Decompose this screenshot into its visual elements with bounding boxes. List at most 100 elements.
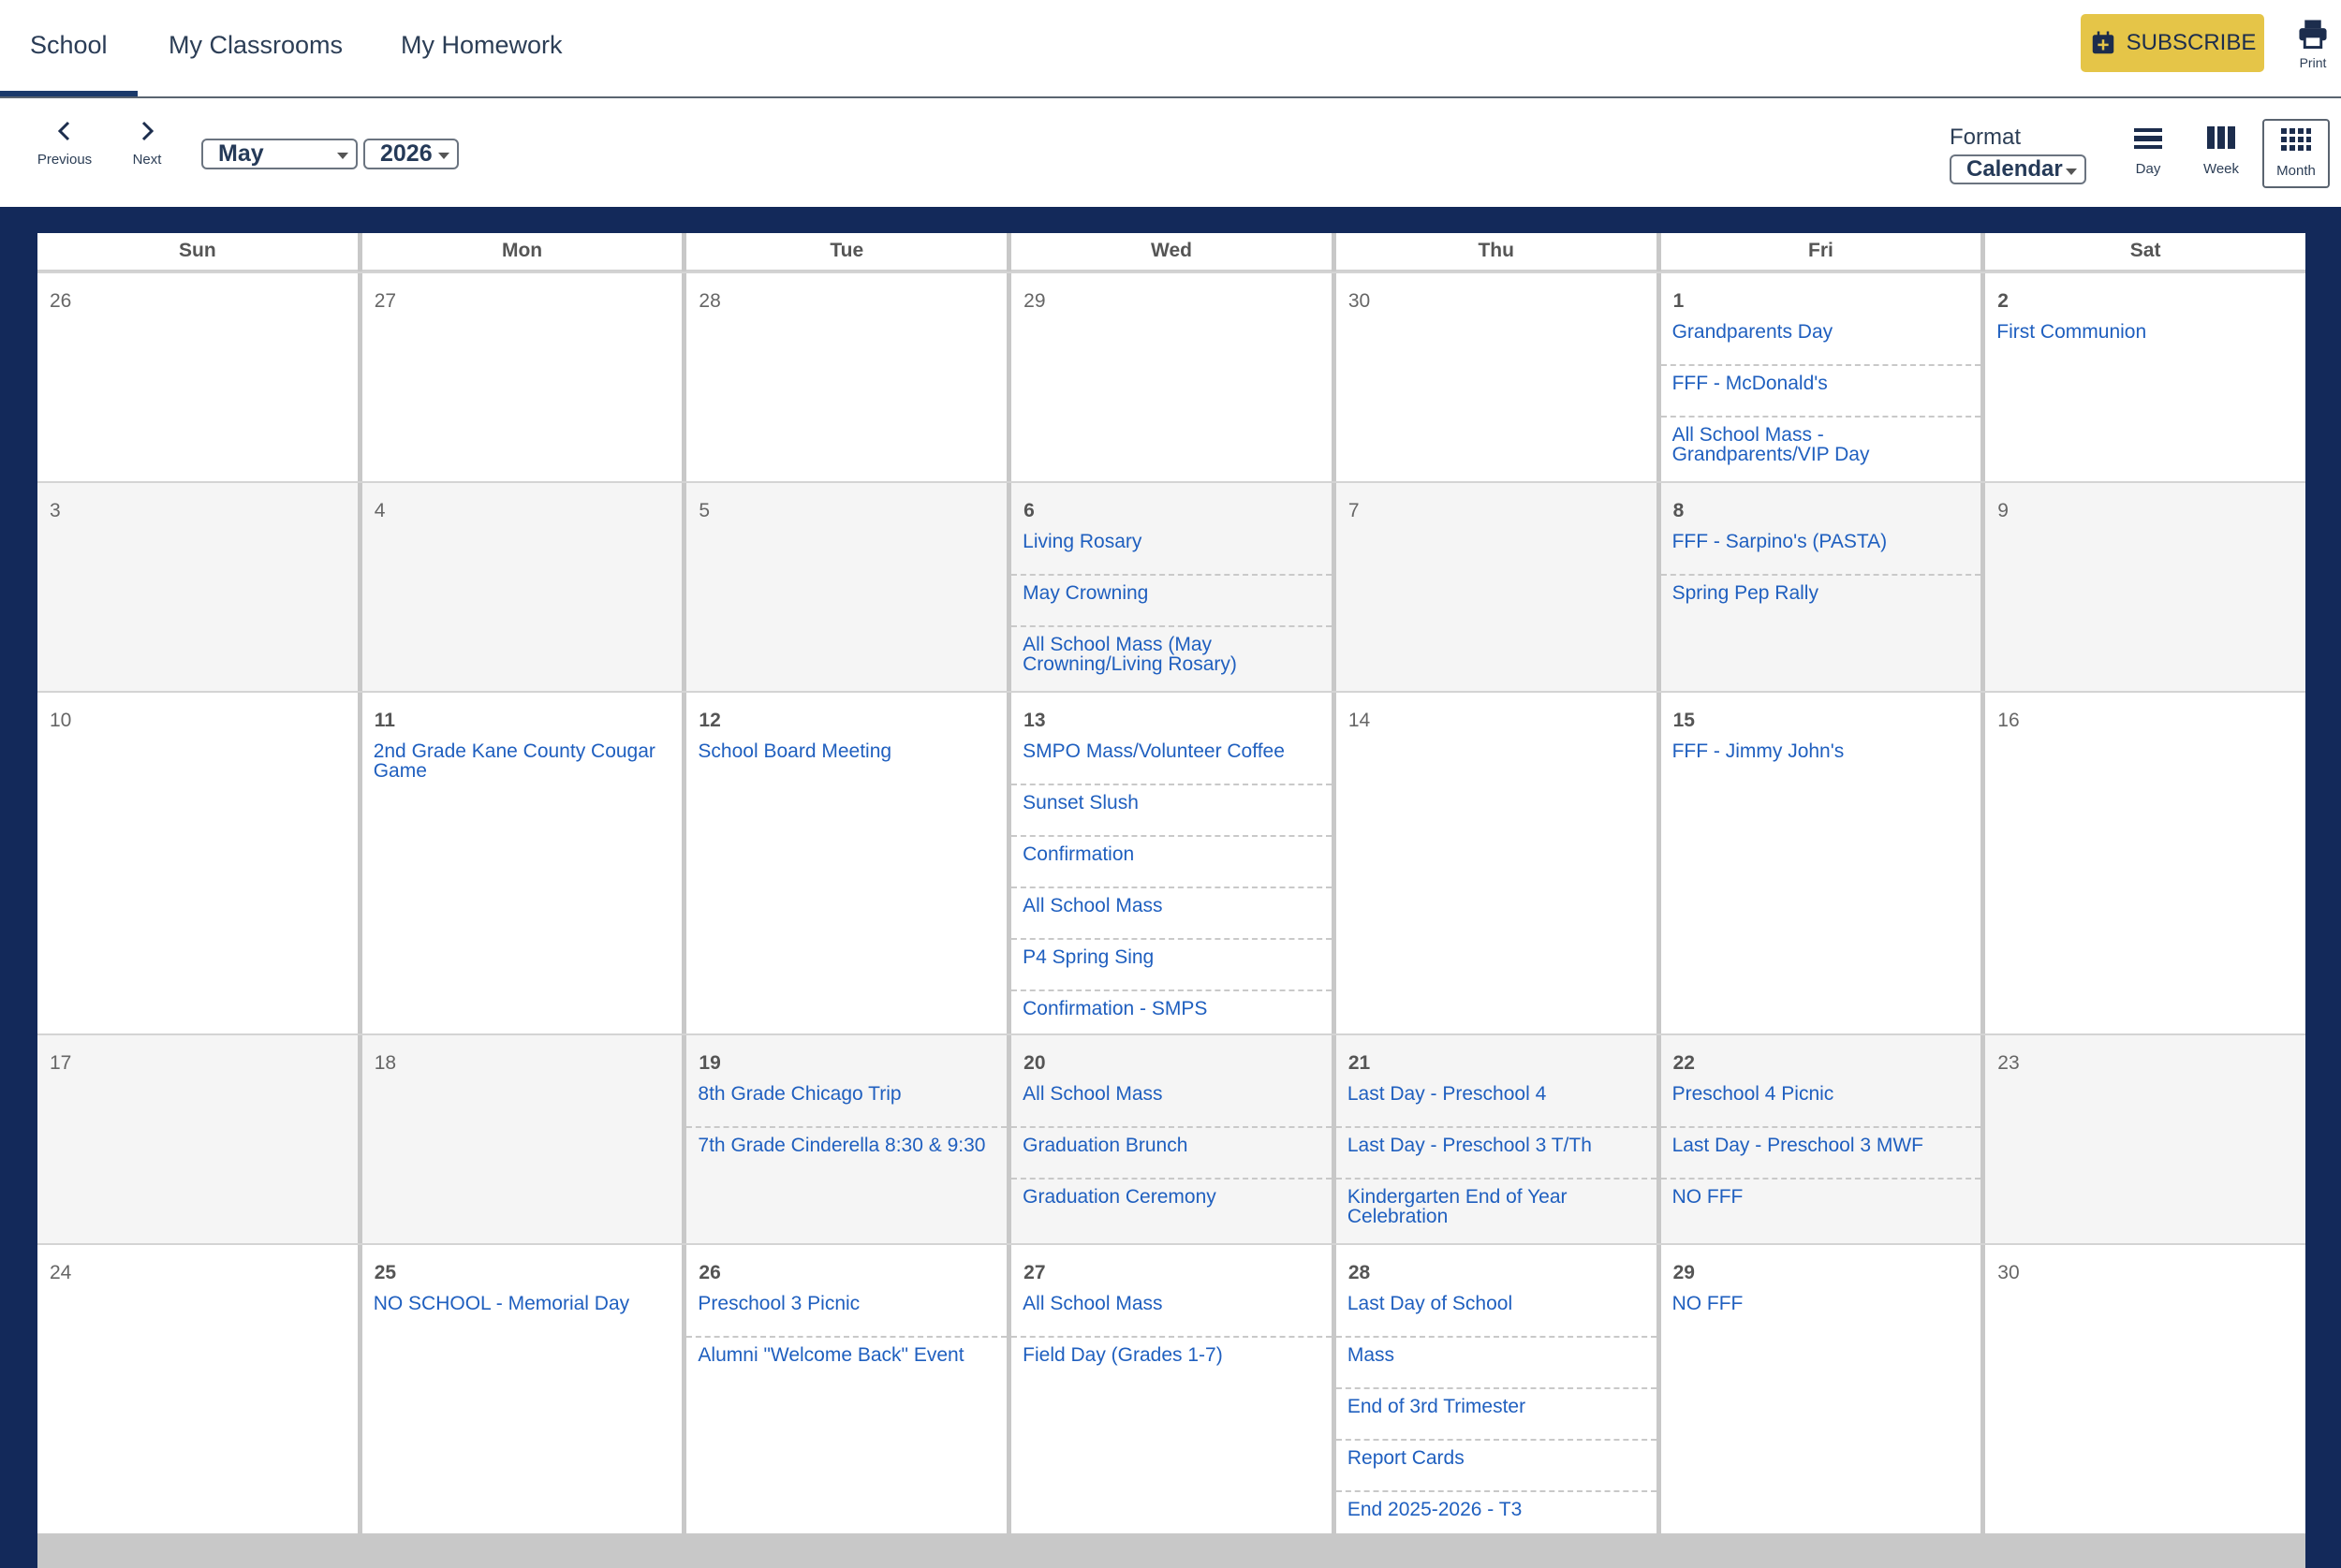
event-link[interactable]: Grandparents Day: [1660, 315, 1981, 366]
month-view-icon: [2281, 128, 2311, 153]
day-cell[interactable]: 5: [686, 483, 1008, 691]
event-link[interactable]: Preschool 4 Picnic: [1660, 1077, 1981, 1128]
event-link[interactable]: Report Cards: [1335, 1441, 1656, 1492]
day-cell[interactable]: 24: [37, 1245, 358, 1533]
day-cell[interactable]: 30: [1985, 1245, 2305, 1533]
next-button[interactable]: Next: [127, 119, 167, 168]
event-link[interactable]: 7th Grade Cinderella 8:30 & 9:30: [686, 1128, 1007, 1180]
day-cell[interactable]: 29 NO FFF: [1660, 1245, 1981, 1533]
day-cell[interactable]: 14: [1335, 693, 1656, 1033]
day-cell[interactable]: 30: [1335, 273, 1656, 481]
event-link[interactable]: All School Mass - Grandparents/VIP Day: [1661, 418, 1981, 474]
print-button[interactable]: Print: [2289, 19, 2337, 70]
day-cell[interactable]: 6 Living Rosary May Crowning All School Mas…: [1011, 483, 1332, 691]
next-label: Next: [132, 152, 162, 168]
subscribe-button[interactable]: SUBSCRIBE: [2081, 14, 2264, 72]
day-cell[interactable]: 19 8th Grade Chicago Trip 7th Grade Cinder…: [686, 1035, 1008, 1243]
day-cell[interactable]: 26: [37, 273, 358, 481]
event-link[interactable]: All School Mass: [1011, 888, 1332, 940]
weekday-header-sat: Sat: [1985, 233, 2305, 271]
month-view-label: Month: [2276, 163, 2316, 179]
day-cell[interactable]: 29: [1011, 273, 1332, 481]
event-link[interactable]: Confirmation: [1011, 837, 1332, 888]
subscribe-label: SUBSCRIBE: [2126, 30, 2257, 55]
day-cell[interactable]: 28 Last Day of School Mass End of 3rd Trime…: [1335, 1245, 1656, 1533]
event-link[interactable]: First Communion: [1985, 315, 2305, 366]
day-cell[interactable]: 11 2nd Grade Kane County Cougar Game: [361, 693, 683, 1033]
event-link[interactable]: Alumni "Welcome Back" Event: [686, 1338, 1007, 1389]
event-link[interactable]: Last Day of School: [1335, 1286, 1656, 1338]
day-cell[interactable]: 25 NO SCHOOL - Memorial Day: [361, 1245, 683, 1533]
event-link[interactable]: NO FFF: [1661, 1180, 1981, 1231]
event-link[interactable]: All School Mass (May Crowning/Living Ros…: [1011, 627, 1332, 683]
event-link[interactable]: 2nd Grade Kane County Cougar Game: [362, 734, 683, 790]
event-link[interactable]: Mass: [1335, 1338, 1656, 1389]
day-cell[interactable]: 17: [37, 1035, 358, 1243]
tab-my-classrooms[interactable]: My Classrooms: [139, 0, 373, 96]
week-view-button[interactable]: Week: [2187, 119, 2255, 188]
format-select[interactable]: Calendar: [1950, 154, 2086, 184]
event-link[interactable]: School Board Meeting: [686, 734, 1007, 785]
day-cell[interactable]: 9: [1985, 483, 2305, 691]
event-link[interactable]: May Crowning: [1011, 576, 1332, 627]
chevron-down-icon: [337, 153, 348, 159]
day-cell[interactable]: 28: [686, 273, 1008, 481]
event-link[interactable]: NO FFF: [1661, 1286, 1981, 1338]
event-link[interactable]: Graduation Brunch: [1011, 1128, 1332, 1180]
event-list: Living Rosary May Crowning All School Mass…: [1011, 524, 1332, 683]
day-cell[interactable]: 3: [37, 483, 358, 691]
day-cell[interactable]: 21 Last Day - Preschool 4 Last Day - Presc…: [1335, 1035, 1656, 1243]
event-link[interactable]: Field Day (Grades 1-7): [1011, 1338, 1332, 1389]
day-number: 20: [1023, 1052, 1046, 1074]
event-link[interactable]: P4 Spring Sing: [1011, 940, 1332, 991]
event-link[interactable]: All School Mass: [1011, 1077, 1332, 1128]
day-cell[interactable]: 26 Preschool 3 Picnic Alumni "Welcome Back…: [686, 1245, 1008, 1533]
day-cell[interactable]: 20 All School Mass Graduation Brunch Gradua…: [1011, 1035, 1332, 1243]
day-cell[interactable]: 8 FFF - Sarpino's (PASTA) Spring Pep Rally: [1660, 483, 1981, 691]
day-cell[interactable]: 18: [361, 1035, 683, 1243]
event-link[interactable]: Last Day - Preschool 3 T/Th: [1335, 1128, 1656, 1180]
day-cell[interactable]: 16: [1985, 693, 2305, 1033]
event-link[interactable]: SMPO Mass/Volunteer Coffee: [1011, 734, 1332, 785]
day-number: 6: [1023, 500, 1035, 521]
day-cell[interactable]: 23: [1985, 1035, 2305, 1243]
event-link[interactable]: 8th Grade Chicago Trip: [686, 1077, 1008, 1128]
event-link[interactable]: Spring Pep Rally: [1661, 576, 1981, 627]
day-cell[interactable]: 1 Grandparents Day FFF - McDonald's All Sch…: [1660, 273, 1981, 481]
event-link[interactable]: Graduation Ceremony: [1011, 1180, 1332, 1231]
day-cell[interactable]: 12 School Board Meeting: [686, 693, 1008, 1033]
event-link[interactable]: Living Rosary: [1011, 524, 1332, 576]
event-link[interactable]: Kindergarten End of Year Celebration: [1336, 1180, 1656, 1236]
event-link[interactable]: FFF - Jimmy John's: [1661, 734, 1981, 785]
day-number: 29: [1672, 1262, 1695, 1283]
event-link[interactable]: End 2025-2026 - T3: [1336, 1492, 1656, 1544]
tab-school[interactable]: School: [0, 0, 138, 96]
event-list: Last Day of School Mass End of 3rd Trimest…: [1335, 1286, 1656, 1544]
event-link[interactable]: FFF - McDonald's: [1660, 366, 1981, 418]
event-list: SMPO Mass/Volunteer Coffee Sunset Slush Co…: [1011, 734, 1332, 1043]
day-cell[interactable]: 13 SMPO Mass/Volunteer Coffee Sunset Slush…: [1011, 693, 1332, 1033]
event-link[interactable]: Preschool 3 Picnic: [686, 1286, 1008, 1338]
day-cell[interactable]: 7: [1335, 483, 1656, 691]
day-cell[interactable]: 2 First Communion: [1985, 273, 2305, 481]
previous-button[interactable]: Previous: [36, 119, 94, 168]
event-link[interactable]: Sunset Slush: [1011, 785, 1332, 837]
day-cell[interactable]: 27 All School Mass Field Day (Grades 1-7): [1011, 1245, 1332, 1533]
event-link[interactable]: NO SCHOOL - Memorial Day: [362, 1286, 683, 1338]
day-cell[interactable]: 22 Preschool 4 Picnic Last Day - Preschool…: [1660, 1035, 1981, 1243]
event-link[interactable]: Last Day - Preschool 4: [1335, 1077, 1656, 1128]
day-cell[interactable]: 15 FFF - Jimmy John's: [1660, 693, 1981, 1033]
day-cell[interactable]: 10: [37, 693, 358, 1033]
event-link[interactable]: End of 3rd Trimester: [1335, 1389, 1656, 1441]
year-select[interactable]: 2026: [363, 139, 459, 169]
day-number: 22: [1672, 1052, 1695, 1074]
tab-my-homework[interactable]: My Homework: [371, 0, 593, 96]
month-view-button[interactable]: Month: [2262, 119, 2330, 188]
day-cell[interactable]: 27: [361, 273, 683, 481]
event-link[interactable]: All School Mass: [1011, 1286, 1332, 1338]
event-link[interactable]: FFF - Sarpino's (PASTA): [1660, 524, 1981, 576]
day-cell[interactable]: 4: [361, 483, 683, 691]
day-view-button[interactable]: Day: [2114, 119, 2182, 188]
event-link[interactable]: Last Day - Preschool 3 MWF: [1660, 1128, 1981, 1180]
month-select[interactable]: May: [201, 139, 358, 169]
